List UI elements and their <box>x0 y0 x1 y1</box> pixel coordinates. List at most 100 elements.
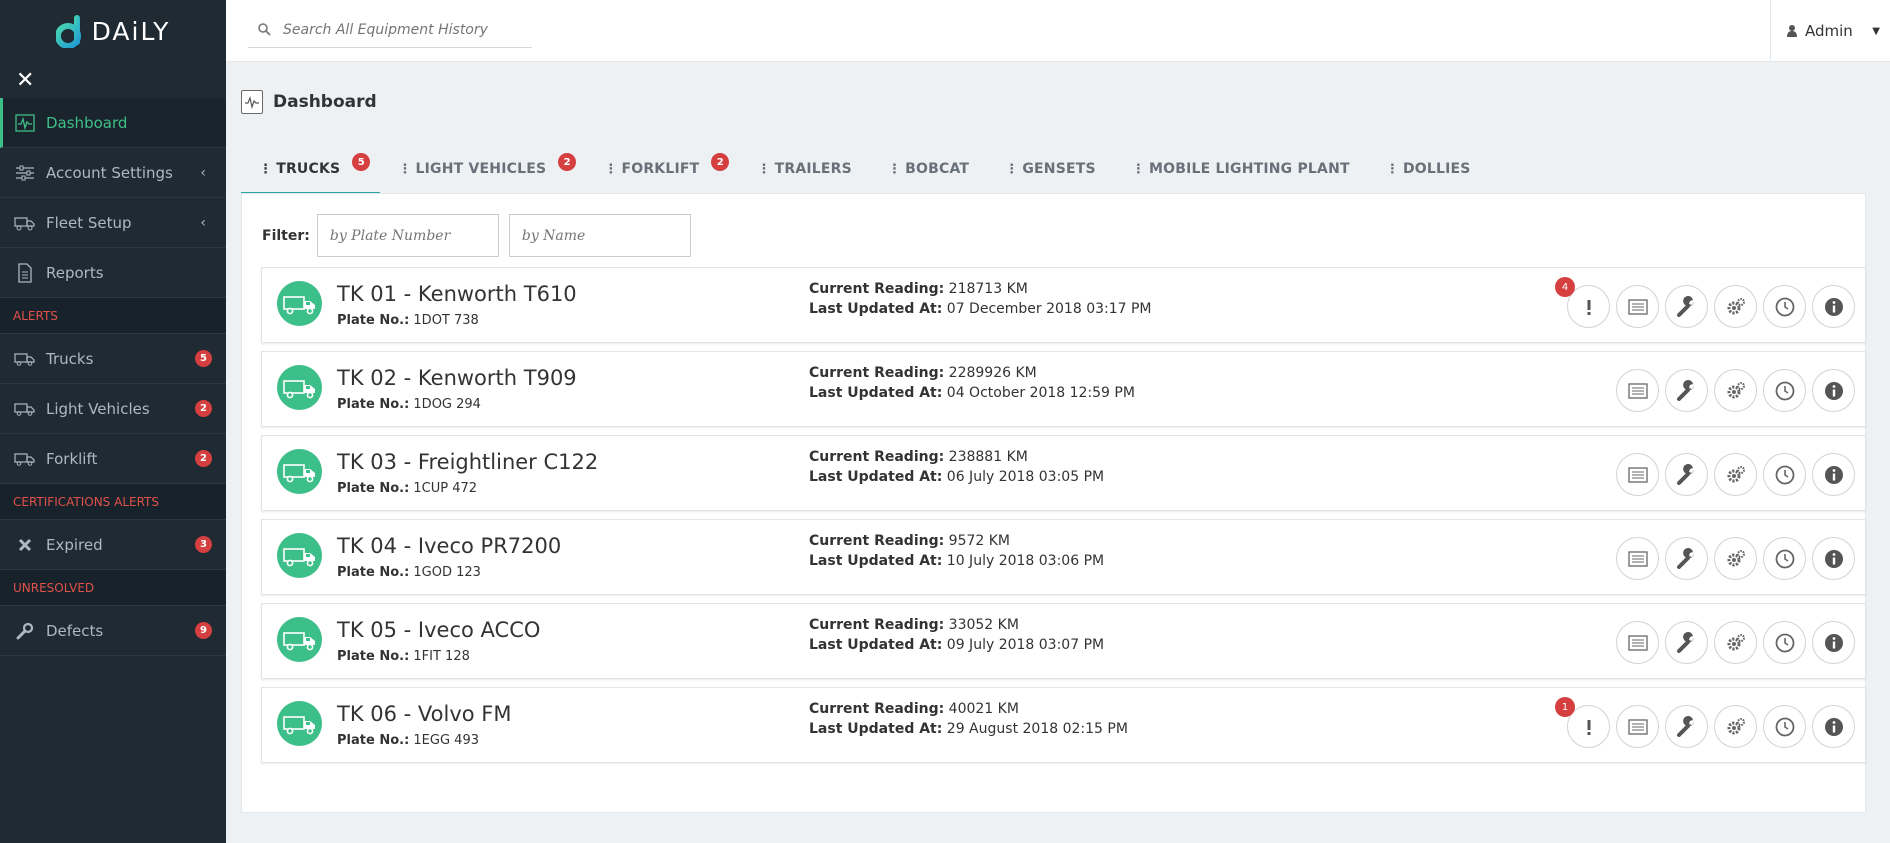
gears-icon <box>1725 548 1747 570</box>
drag-handle-icon: ⋮ <box>757 161 771 177</box>
maintenance-button[interactable] <box>1665 705 1708 748</box>
tab-mobile-lighting-plant[interactable]: ⋮ MOBILE LIGHTING PLANT <box>1114 145 1368 193</box>
vehicle-title[interactable]: TK 02 - Kenworth T909 <box>337 366 577 390</box>
settings-button[interactable] <box>1714 621 1757 664</box>
info-button[interactable] <box>1812 705 1855 748</box>
truck-gear-icon <box>14 212 36 234</box>
vehicle-row[interactable]: TK 01 - Kenworth T610 Plate No.: 1DOT 738… <box>261 267 1866 343</box>
plate-number: Plate No.: 1FIT 128 <box>337 649 470 664</box>
page-title: Dashboard <box>273 92 377 112</box>
vehicle-row[interactable]: TK 06 - Volvo FM Plate No.: 1EGG 493 Curre… <box>261 687 1866 763</box>
drag-handle-icon: ⋮ <box>1005 161 1019 177</box>
sidebar-item-account-settings[interactable]: Account Settings ‹ <box>0 148 226 198</box>
current-reading: Current Reading: 238881 KM <box>809 449 1028 465</box>
info-button[interactable] <box>1812 285 1855 328</box>
vehicle-row[interactable]: TK 04 - Iveco PR7200 Plate No.: 1GOD 123 C… <box>261 519 1866 595</box>
wrench-icon <box>1676 547 1698 570</box>
history-button[interactable] <box>1616 621 1659 664</box>
sidebar-item-defects[interactable]: Defects 9 <box>0 606 226 656</box>
tab-light-vehicles[interactable]: ⋮ LIGHT VEHICLES 2 <box>380 145 586 193</box>
equipment-tabs: ⋮ TRUCKS 5 ⋮ LIGHT VEHICLES 2 ⋮ FORKLIFT 2 ⋮ TRAIL… <box>241 145 1489 195</box>
settings-button[interactable] <box>1714 537 1757 580</box>
updated-value: 09 July 2018 03:07 PM <box>946 637 1105 653</box>
drag-handle-icon: ⋮ <box>887 161 902 177</box>
sidebar-item-trucks[interactable]: Trucks 5 <box>0 334 226 384</box>
tab-count-badge: 5 <box>352 153 371 171</box>
maintenance-button[interactable] <box>1665 537 1708 580</box>
row-actions: 4 <box>1555 277 1855 328</box>
name-filter-input[interactable] <box>508 214 691 257</box>
updated-value: 06 July 2018 03:05 PM <box>946 469 1105 485</box>
plate-number: Plate No.: 1EGG 493 <box>337 733 479 748</box>
settings-button[interactable] <box>1714 705 1757 748</box>
search-bar <box>248 12 532 48</box>
sidebar-item-light-vehicles[interactable]: Light Vehicles 2 <box>0 384 226 434</box>
history-button[interactable] <box>1616 537 1659 580</box>
plate-number: Plate No.: 1CUP 472 <box>337 481 477 496</box>
tab-dollies[interactable]: ⋮ DOLLIES <box>1368 145 1489 193</box>
close-sidebar-button[interactable]: ✕ <box>0 62 226 98</box>
history-button[interactable] <box>1616 369 1659 412</box>
alert-icon <box>1582 718 1596 736</box>
alerts-button[interactable]: 1 <box>1555 697 1610 748</box>
alert-count-badge: 1 <box>1555 697 1575 717</box>
vehicle-title[interactable]: TK 05 - Iveco ACCO <box>337 618 540 642</box>
schedule-button[interactable] <box>1763 453 1806 496</box>
sidebar-item-label: Light Vehicles <box>46 399 150 418</box>
reading-label: Current Reading: <box>809 701 945 717</box>
vehicle-title[interactable]: TK 01 - Kenworth T610 <box>337 282 577 306</box>
sidebar-item-dashboard[interactable]: Dashboard <box>0 98 226 148</box>
plate-value: 1EGG 493 <box>413 733 479 748</box>
tab-trailers[interactable]: ⋮ TRAILERS <box>739 145 870 193</box>
count-badge: 2 <box>195 450 212 467</box>
history-button[interactable] <box>1616 705 1659 748</box>
sidebar-item-forklift[interactable]: Forklift 2 <box>0 434 226 484</box>
tab-gensets[interactable]: ⋮ GENSETS <box>987 145 1114 193</box>
maintenance-button[interactable] <box>1665 621 1708 664</box>
info-button[interactable] <box>1812 537 1855 580</box>
info-button[interactable] <box>1812 369 1855 412</box>
plate-number-filter-input[interactable] <box>316 214 499 257</box>
count-badge: 9 <box>195 622 212 639</box>
history-button[interactable] <box>1616 285 1659 328</box>
schedule-button[interactable] <box>1763 705 1806 748</box>
vehicle-row[interactable]: TK 03 - Freightliner C122 Plate No.: 1CUP… <box>261 435 1866 511</box>
count-badge: 3 <box>195 536 212 553</box>
vehicle-title[interactable]: TK 03 - Freightliner C122 <box>337 450 598 474</box>
plate-value: 1DOT 738 <box>413 313 479 328</box>
sidebar-item-label: Expired <box>46 535 103 554</box>
plate-value: 1GOD 123 <box>413 565 481 580</box>
tab-trucks[interactable]: ⋮ TRUCKS 5 <box>241 145 381 195</box>
sidebar-item-expired[interactable]: Expired 3 <box>0 520 226 570</box>
settings-button[interactable] <box>1714 453 1757 496</box>
schedule-button[interactable] <box>1763 537 1806 580</box>
vehicle-row[interactable]: TK 05 - Iveco ACCO Plate No.: 1FIT 128 Cur… <box>261 603 1866 679</box>
schedule-button[interactable] <box>1763 369 1806 412</box>
settings-button[interactable] <box>1714 285 1757 328</box>
vehicle-title[interactable]: TK 04 - Iveco PR7200 <box>337 534 561 558</box>
info-button[interactable] <box>1812 453 1855 496</box>
tab-bobcat[interactable]: ⋮ BOBCAT <box>870 145 987 193</box>
maintenance-button[interactable] <box>1665 285 1708 328</box>
schedule-button[interactable] <box>1763 285 1806 328</box>
tab-forklift[interactable]: ⋮ FORKLIFT 2 <box>586 145 739 193</box>
history-button[interactable] <box>1616 453 1659 496</box>
user-menu[interactable]: Admin ▼ <box>1770 0 1890 62</box>
list-icon <box>1627 634 1648 651</box>
vehicle-title[interactable]: TK 06 - Volvo FM <box>337 702 512 726</box>
plate-value: 1FIT 128 <box>413 649 470 664</box>
info-button[interactable] <box>1812 621 1855 664</box>
sidebar-item-fleet-setup[interactable]: Fleet Setup ‹ <box>0 198 226 248</box>
vehicle-row[interactable]: TK 02 - Kenworth T909 Plate No.: 1DOG 294… <box>261 351 1866 427</box>
maintenance-button[interactable] <box>1665 453 1708 496</box>
plate-label: Plate No.: <box>337 313 410 328</box>
search-input[interactable] <box>283 21 523 38</box>
list-icon <box>1627 466 1648 483</box>
maintenance-button[interactable] <box>1665 369 1708 412</box>
sidebar-item-reports[interactable]: Reports <box>0 248 226 298</box>
alerts-button[interactable]: 4 <box>1555 277 1610 328</box>
settings-button[interactable] <box>1714 369 1757 412</box>
clock-icon <box>1775 381 1795 401</box>
wrench-icon <box>1676 715 1698 738</box>
schedule-button[interactable] <box>1763 621 1806 664</box>
